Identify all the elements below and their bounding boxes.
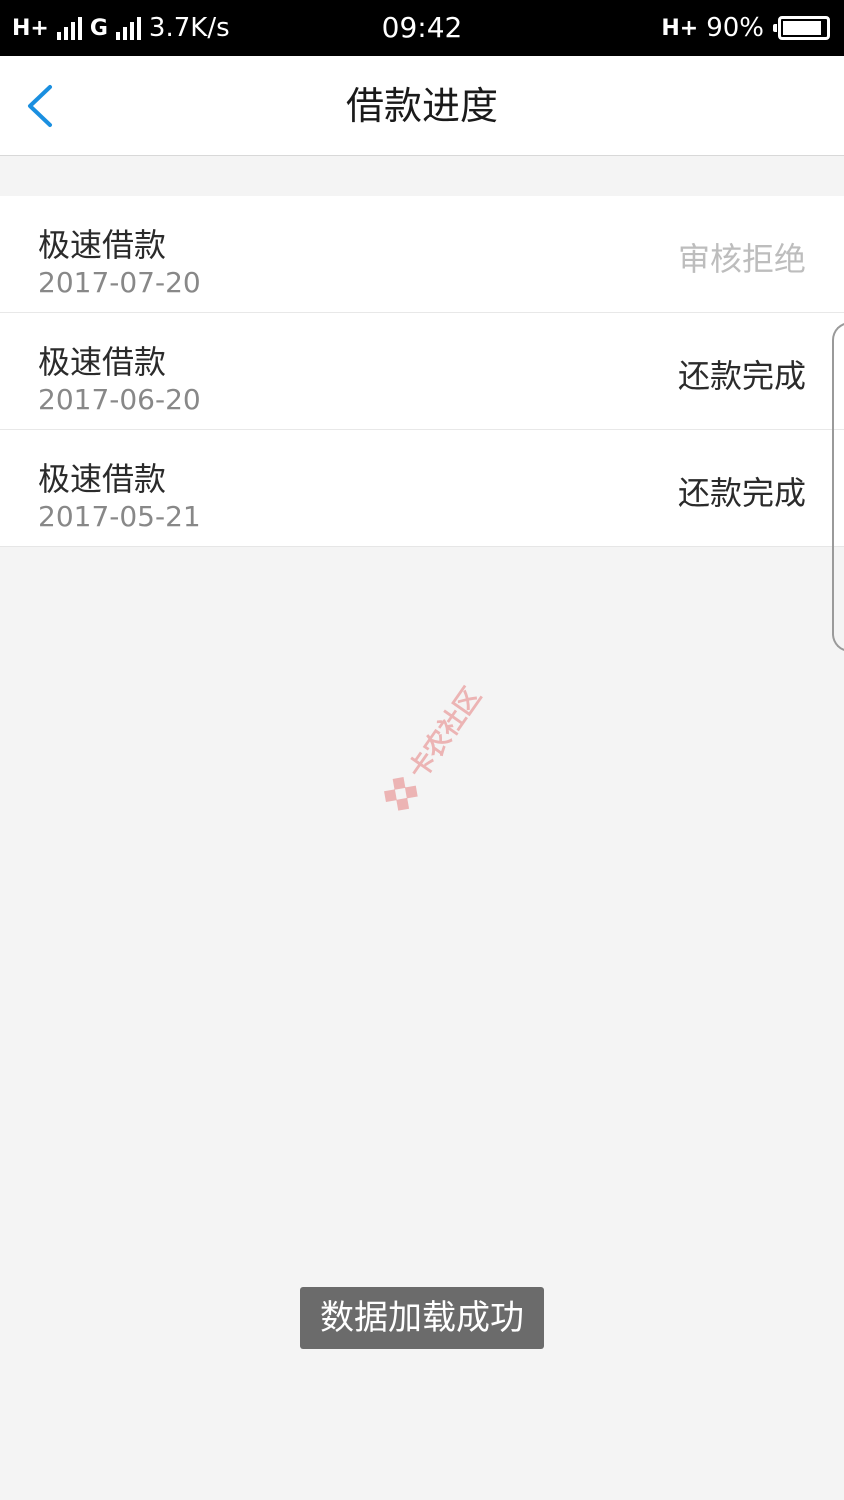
page-title: 借款进度 (345, 84, 498, 128)
battery-percent: 90% (706, 13, 764, 43)
nav-bar: 借款进度 (0, 56, 844, 156)
list-item[interactable]: 极速借款 2017-05-21 还款完成 (0, 430, 844, 547)
loan-date: 2017-05-21 (38, 500, 201, 533)
watermark-text: 卡农社区 (403, 682, 488, 785)
network-type-right: H+ (661, 15, 699, 41)
loan-name: 极速借款 (38, 460, 167, 498)
edge-panel-handle[interactable] (832, 322, 844, 652)
list-item[interactable]: 极速借款 2017-06-20 还款完成 (0, 313, 844, 430)
status-bar: H+ G 3.7K/s 09:42 H+ 90% (0, 0, 844, 56)
loan-status: 还款完成 (677, 474, 806, 512)
status-right: H+ 90% (661, 0, 830, 56)
loan-date: 2017-06-20 (38, 383, 201, 416)
watermark: 卡农社区 (376, 679, 489, 818)
loan-status: 还款完成 (677, 357, 806, 395)
loan-status: 审核拒绝 (677, 240, 806, 278)
battery-icon (773, 16, 830, 40)
list-item[interactable]: 极速借款 2017-07-20 审核拒绝 (0, 196, 844, 313)
loan-name: 极速借款 (38, 343, 167, 381)
back-button[interactable] (14, 78, 64, 134)
chevron-left-icon (28, 85, 52, 127)
loan-name: 极速借款 (38, 226, 167, 264)
loan-date: 2017-07-20 (38, 266, 201, 299)
toast-message: 数据加载成功 (300, 1287, 544, 1349)
loan-list: 极速借款 2017-07-20 审核拒绝 极速借款 2017-06-20 还款完… (0, 196, 844, 547)
